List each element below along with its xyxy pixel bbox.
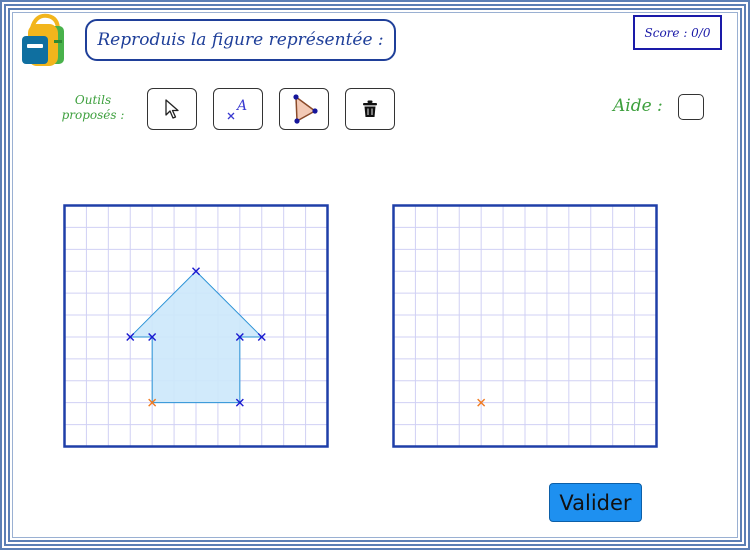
cursor-arrow-icon xyxy=(165,99,179,119)
trash-icon xyxy=(363,100,377,117)
answer-grid[interactable] xyxy=(392,204,658,448)
delete-tool-button[interactable] xyxy=(345,88,395,130)
point-A-icon: A xyxy=(227,98,247,120)
instruction-title: Reproduis la figure représentée : xyxy=(85,19,396,61)
help-checkbox[interactable] xyxy=(678,94,704,120)
point-tool-button[interactable]: A xyxy=(213,88,263,130)
help-label: Aide : xyxy=(613,96,663,116)
tools-label: Outils proposés : xyxy=(61,93,125,122)
polygon-triangle-icon xyxy=(293,94,318,124)
score-display: Score : 0/0 xyxy=(633,15,722,50)
house-polygon xyxy=(129,270,263,404)
model-grid xyxy=(63,204,329,448)
validate-button[interactable]: Valider xyxy=(549,483,642,522)
polygon-tool-button[interactable] xyxy=(279,88,329,130)
backpack-logo-icon xyxy=(22,13,64,66)
point-tool-glyph: A xyxy=(235,98,247,114)
select-tool-button[interactable] xyxy=(147,88,197,130)
